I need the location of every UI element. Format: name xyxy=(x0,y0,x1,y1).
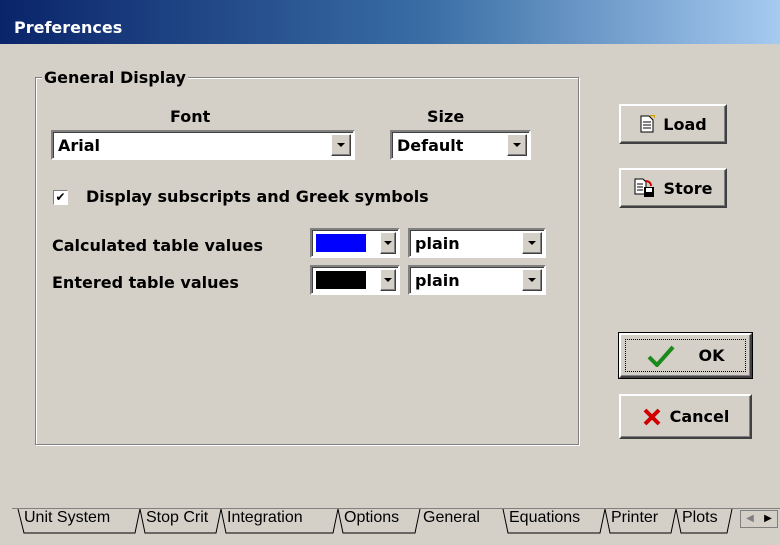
chevron-down-icon xyxy=(384,241,392,245)
tab-integration[interactable]: Integration xyxy=(225,509,305,531)
entered-color-arrow[interactable] xyxy=(380,269,396,291)
calculated-style-arrow[interactable] xyxy=(522,232,542,254)
tab-equations[interactable]: Equations xyxy=(507,509,582,531)
font-value: Arial xyxy=(58,136,101,155)
store-label: Store xyxy=(663,178,713,198)
subscripts-checkbox[interactable]: ✔ xyxy=(53,190,68,205)
entered-values-label: Entered table values xyxy=(52,273,239,292)
focus-rectangle xyxy=(625,339,746,372)
chevron-down-icon xyxy=(513,143,521,147)
arrow-left-icon[interactable]: ◀ xyxy=(741,511,759,527)
entered-style-value: plain xyxy=(415,271,460,290)
calculated-color-arrow[interactable] xyxy=(380,232,396,254)
size-label: Size xyxy=(427,107,465,126)
calculated-color-swatch xyxy=(316,234,366,252)
size-dropdown[interactable]: Default xyxy=(390,130,531,160)
chevron-down-icon xyxy=(528,241,536,245)
calculated-style-value: plain xyxy=(415,234,460,253)
store-button[interactable]: Store xyxy=(619,168,727,208)
chevron-down-icon xyxy=(384,278,392,282)
entered-style-dropdown[interactable]: plain xyxy=(408,265,546,295)
entered-color-picker[interactable] xyxy=(310,265,400,295)
chevron-down-icon xyxy=(528,278,536,282)
calculated-color-picker[interactable] xyxy=(310,228,400,258)
arrow-right-icon[interactable]: ▶ xyxy=(759,511,777,527)
group-title: General Display xyxy=(42,68,188,87)
cancel-label: Cancel xyxy=(669,407,730,426)
calculated-values-label: Calculated table values xyxy=(52,236,263,255)
subscripts-label[interactable]: Display subscripts and Greek symbols xyxy=(86,187,429,206)
load-label: Load xyxy=(663,114,707,134)
calculated-style-dropdown[interactable]: plain xyxy=(408,228,546,258)
store-file-icon xyxy=(634,178,654,197)
cancel-x-icon xyxy=(643,408,661,425)
tab-printer[interactable]: Printer xyxy=(609,509,660,531)
font-label: Font xyxy=(170,107,211,126)
tab-general[interactable]: General xyxy=(421,509,482,531)
tab-stop-crit[interactable]: Stop Crit xyxy=(144,509,210,531)
title-bar: Preferences xyxy=(0,0,780,44)
window-title: Preferences xyxy=(14,18,123,37)
font-dropdown[interactable]: Arial xyxy=(51,130,355,160)
tab-plots[interactable]: Plots xyxy=(680,509,720,531)
tab-strip: Unit System Stop Crit Integration Option… xyxy=(12,508,780,535)
tab-options[interactable]: Options xyxy=(342,509,401,531)
entered-color-swatch xyxy=(316,271,366,289)
load-file-icon xyxy=(640,115,656,133)
tab-unit-system[interactable]: Unit System xyxy=(22,509,112,531)
tab-scroll-buttons: ◀ ▶ xyxy=(740,510,778,528)
size-dropdown-arrow[interactable] xyxy=(507,134,527,156)
checkmark-icon: ✔ xyxy=(55,190,66,204)
ok-button[interactable]: OK xyxy=(618,332,753,379)
size-value: Default xyxy=(397,136,464,155)
font-dropdown-arrow[interactable] xyxy=(331,134,351,156)
chevron-down-icon xyxy=(337,143,345,147)
load-button[interactable]: Load xyxy=(619,104,727,144)
entered-style-arrow[interactable] xyxy=(522,269,542,291)
cancel-button[interactable]: Cancel xyxy=(619,394,752,439)
